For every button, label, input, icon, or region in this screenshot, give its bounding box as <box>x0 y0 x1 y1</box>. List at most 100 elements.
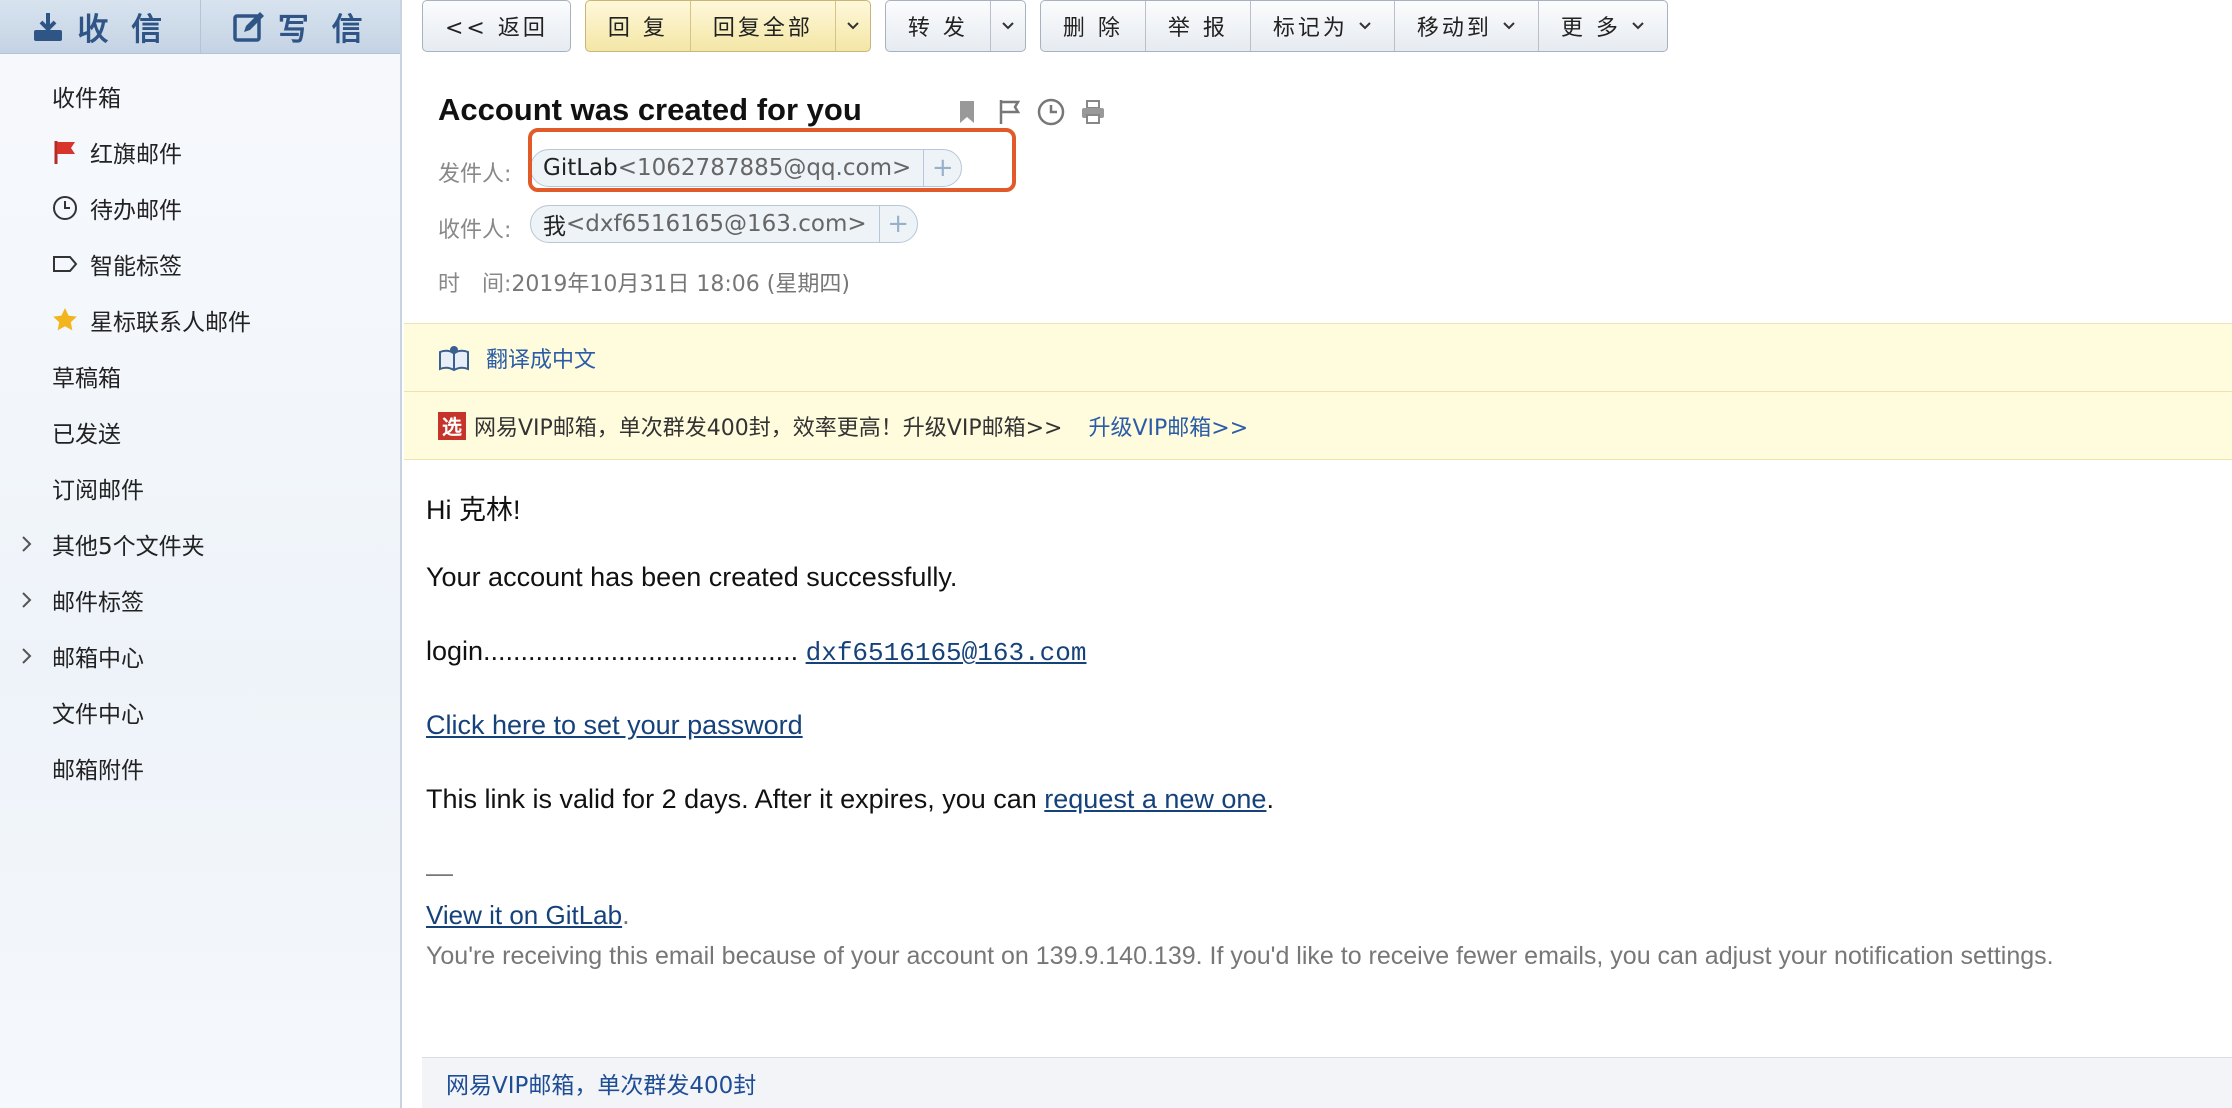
delete-button[interactable]: 删 除 <box>1041 1 1145 51</box>
folder-sent[interactable]: 已发送 <box>0 404 400 460</box>
flag-icon[interactable] <box>995 98 1023 126</box>
vip-badge-icon: 选 <box>438 411 466 440</box>
folder-label: 草稿箱 <box>52 366 121 392</box>
chevron-right-icon[interactable] <box>20 590 34 610</box>
mail-time: 时 间:2019年10月31日 18:06 (星期四) <box>438 266 850 298</box>
chevron-down-icon <box>1359 22 1371 30</box>
reply-dropdown[interactable] <box>834 1 870 51</box>
folder-label: 文件中心 <box>52 702 144 728</box>
star-icon <box>52 307 78 333</box>
folder-drafts[interactable]: 草稿箱 <box>0 348 400 404</box>
print-icon[interactable] <box>1079 98 1107 126</box>
folder-other-folders[interactable]: 其他5个文件夹 <box>0 516 400 572</box>
folder-todo[interactable]: 待办邮件 <box>0 180 400 236</box>
bookmark-icon[interactable] <box>953 98 981 126</box>
view-on-gitlab-link[interactable]: View it on GitLab <box>426 900 622 930</box>
recipient-text[interactable]: 我 <dxf6516165@163.com> <box>531 206 879 242</box>
folder-label: 邮件标签 <box>52 590 144 616</box>
mark-as-button[interactable]: 标记为 <box>1249 1 1394 51</box>
clock-icon <box>52 195 78 221</box>
folder-label: 邮箱中心 <box>52 646 144 672</box>
body-password-line: Click here to set your password <box>426 710 803 741</box>
from-label: 发件人: <box>438 162 512 187</box>
reply-group: 回 复 回复全部 <box>584 0 871 52</box>
move-to-button[interactable]: 移动到 <box>1393 1 1538 51</box>
receive-mail-button[interactable]: 收 信 <box>0 0 200 53</box>
login-email-link[interactable]: dxf6516165@163.com <box>806 638 1087 668</box>
sidebar: 收 信 写 信 收件箱 红旗邮件 待办邮件 智能标签 星标联系人邮件 草稿箱 已… <box>0 0 402 1108</box>
folder-label: 智能标签 <box>90 254 182 280</box>
subject-actions <box>953 98 1107 126</box>
vip-upgrade-link[interactable]: 升级VIP邮箱>> <box>1088 410 1248 442</box>
more-label: 更 多 <box>1560 16 1621 41</box>
request-new-link[interactable]: request a new one <box>1044 784 1266 814</box>
compose-button[interactable]: 写 信 <box>199 0 401 53</box>
folder-label: 红旗邮件 <box>90 142 182 168</box>
chevron-down-icon <box>1632 22 1644 30</box>
body-greeting: Hi 克林! <box>426 495 521 525</box>
clock-icon[interactable] <box>1037 98 1065 126</box>
folder-label: 星标联系人邮件 <box>90 310 251 336</box>
folder-red-flag[interactable]: 红旗邮件 <box>0 124 400 180</box>
time-value: 2019年10月31日 18:06 (星期四) <box>511 272 850 297</box>
footer-ad-bar: 网易VIP邮箱，单次群发400封 <box>422 1057 2232 1108</box>
compose-icon <box>233 11 264 42</box>
valid-text: This link is valid for 2 days. After it … <box>426 784 1037 814</box>
folder-starred-contacts[interactable]: 星标联系人邮件 <box>0 292 400 348</box>
compose-label: 写 信 <box>277 12 369 48</box>
sender-highlight-annotation <box>528 128 1016 192</box>
chevron-right-icon[interactable] <box>20 534 34 554</box>
recipient-address: <dxf6516165@163.com> <box>566 211 867 237</box>
sidebar-top-actions: 收 信 写 信 <box>0 0 400 54</box>
chevron-down-icon <box>1002 22 1014 30</box>
folder-label: 已发送 <box>52 422 121 448</box>
folder-subscriptions[interactable]: 订阅邮件 <box>0 460 400 516</box>
vip-promo-bar: 选 网易VIP邮箱，单次群发400封，效率更高！升级VIP邮箱>> 升级VIP邮… <box>404 391 2232 460</box>
body-login-line: login...................................… <box>426 636 1086 668</box>
body-line-created: Your account has been created successful… <box>426 562 958 592</box>
recipient-name: 我 <box>543 214 566 240</box>
folder-inbox[interactable]: 收件箱 <box>0 68 400 124</box>
folder-mail-tags[interactable]: 邮件标签 <box>0 572 400 628</box>
recipient-chip[interactable]: 我 <dxf6516165@163.com> + <box>530 205 918 243</box>
mail-subject: Account was created for you <box>438 92 862 127</box>
reply-button[interactable]: 回 复 <box>586 1 690 51</box>
folder-smart-tags[interactable]: 智能标签 <box>0 236 400 292</box>
body-valid-line: This link is valid for 2 days. After it … <box>426 784 1274 815</box>
forward-group: 转 发 <box>884 0 1026 52</box>
mark-as-label: 标记为 <box>1272 16 1348 41</box>
translate-bar: 翻译成中文 <box>404 323 2232 391</box>
folder-mailbox-center[interactable]: 邮箱中心 <box>0 628 400 684</box>
time-label: 时 间: <box>438 272 512 297</box>
forward-dropdown[interactable] <box>989 1 1025 51</box>
download-icon <box>34 12 63 41</box>
add-recipient-contact-button[interactable]: + <box>878 206 917 242</box>
forward-button[interactable]: 转 发 <box>886 1 990 51</box>
move-to-label: 移动到 <box>1416 16 1492 41</box>
translate-link[interactable]: 翻译成中文 <box>486 342 596 374</box>
folder-label: 收件箱 <box>52 86 121 112</box>
mail-toolbar: << 返回 回 复 回复全部 转 发 删 除 举 报 标记为 移动到 更 多 <box>422 0 1668 54</box>
view-period: . <box>622 900 630 930</box>
footer-vip-link[interactable]: 网易VIP邮箱，单次群发400封 <box>446 1066 756 1100</box>
body-view-line: View it on GitLab. <box>426 900 630 931</box>
back-group: << 返回 <box>422 0 571 52</box>
reply-all-button[interactable]: 回复全部 <box>689 1 835 51</box>
report-button[interactable]: 举 报 <box>1144 1 1250 51</box>
folder-file-center[interactable]: 文件中心 <box>0 684 400 740</box>
to-label: 收件人: <box>438 218 512 243</box>
folder-label: 待办邮件 <box>90 198 182 224</box>
folder-label: 其他5个文件夹 <box>52 534 205 560</box>
chevron-right-icon[interactable] <box>20 646 34 666</box>
folder-list: 收件箱 红旗邮件 待办邮件 智能标签 星标联系人邮件 草稿箱 已发送 订阅邮件 … <box>0 68 400 796</box>
tag-icon <box>52 251 78 277</box>
back-button[interactable]: << 返回 <box>423 1 570 51</box>
receive-label: 收 信 <box>77 12 169 48</box>
valid-period: . <box>1266 784 1274 814</box>
folder-attachments[interactable]: 邮箱附件 <box>0 740 400 796</box>
folder-label: 订阅邮件 <box>52 478 144 504</box>
body-footer-note: You're receiving this email because of y… <box>426 942 2054 970</box>
chevron-down-icon <box>847 22 859 30</box>
more-button[interactable]: 更 多 <box>1537 1 1667 51</box>
set-password-link[interactable]: Click here to set your password <box>426 710 803 740</box>
